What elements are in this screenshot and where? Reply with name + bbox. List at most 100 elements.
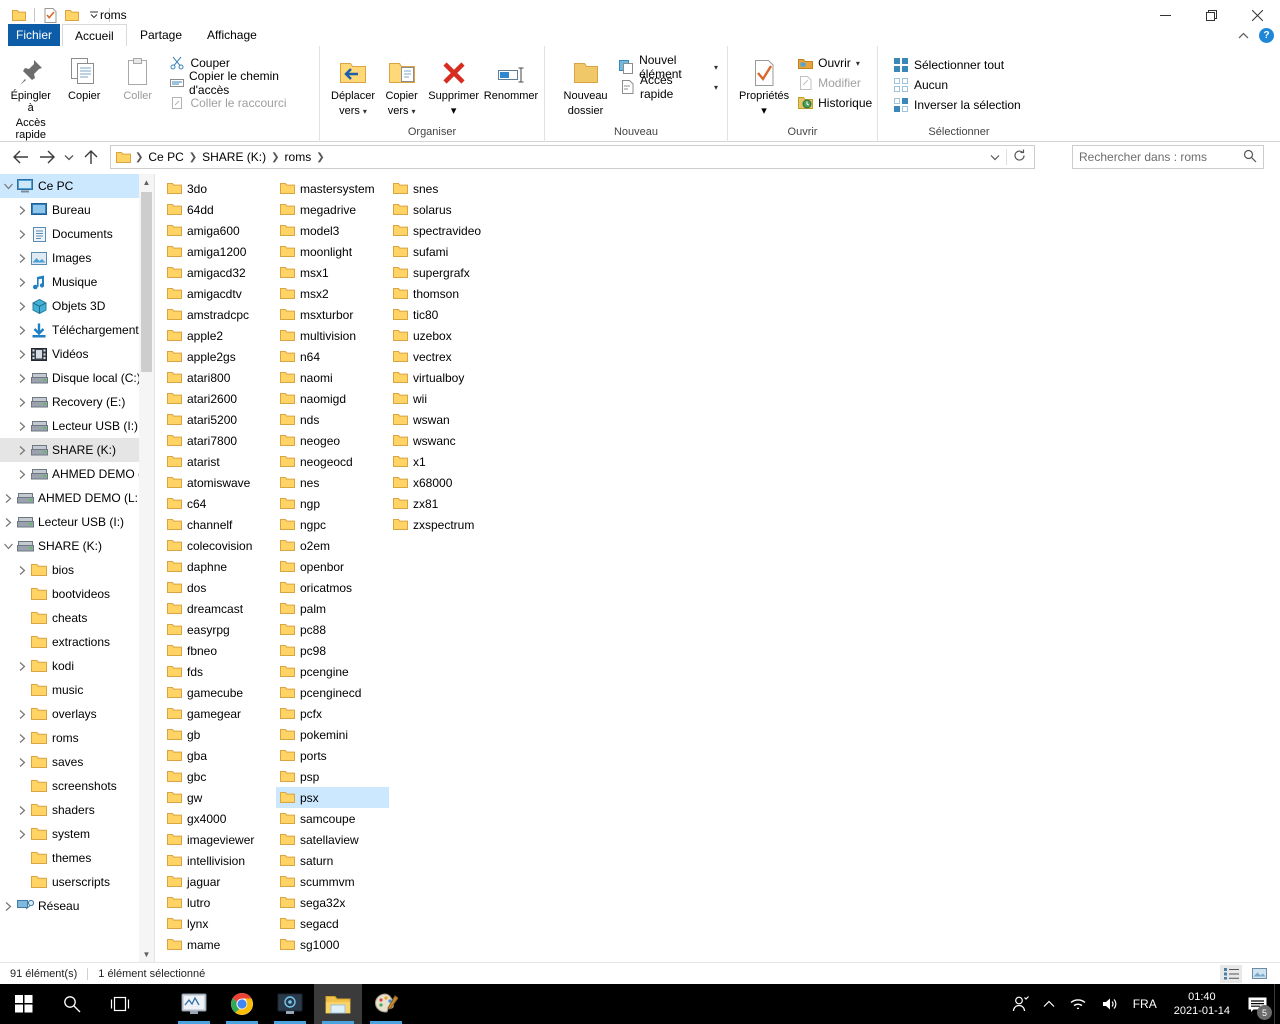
file-item[interactable]: megadrive xyxy=(276,199,389,220)
file-item[interactable]: ngp xyxy=(276,493,389,514)
back-arrow-icon[interactable] xyxy=(8,144,34,170)
breadcrumb-item-0[interactable]: Ce PC xyxy=(144,147,187,167)
tree-item-share-k[interactable]: SHARE (K:) xyxy=(0,438,154,462)
file-item[interactable]: wii xyxy=(389,388,502,409)
display-settings-icon[interactable] xyxy=(266,984,314,1024)
tree-item-ahmed-demo-l[interactable]: AHMED DEMO (L: xyxy=(0,486,154,510)
tree-item-bureau[interactable]: Bureau xyxy=(0,198,154,222)
file-item[interactable]: gamecube xyxy=(163,682,276,703)
file-item[interactable]: pc98 xyxy=(276,640,389,661)
easy-access-button[interactable]: Accès rapide ▾ xyxy=(615,73,722,101)
chevron-right-icon[interactable] xyxy=(0,898,16,914)
file-item[interactable]: msx2 xyxy=(276,283,389,304)
properties-button[interactable]: Propriétés ▾ xyxy=(737,51,791,119)
file-item[interactable]: atari7800 xyxy=(163,430,276,451)
file-item[interactable]: gbc xyxy=(163,766,276,787)
file-item[interactable]: tic80 xyxy=(389,304,502,325)
recent-locations-icon[interactable] xyxy=(60,144,78,170)
file-item[interactable]: virtualboy xyxy=(389,367,502,388)
file-item[interactable]: 3do xyxy=(163,178,276,199)
invert-selection-button[interactable]: Inverser la sélection xyxy=(889,95,1025,115)
chevron-right-icon[interactable] xyxy=(14,346,30,362)
file-item[interactable]: pc88 xyxy=(276,619,389,640)
file-item[interactable]: x68000 xyxy=(389,472,502,493)
file-item[interactable]: pcenginecd xyxy=(276,682,389,703)
file-item[interactable]: nds xyxy=(276,409,389,430)
chevron-right-icon[interactable] xyxy=(14,730,30,746)
breadcrumb-sep-2[interactable]: ❯ xyxy=(270,152,280,163)
breadcrumb-item-1[interactable]: SHARE (K:) xyxy=(198,147,270,167)
copy-button[interactable]: Copier xyxy=(58,51,109,104)
pin-to-quick-access-button[interactable]: Épingler à Accès rapide xyxy=(5,51,56,143)
chevron-right-icon[interactable] xyxy=(14,274,30,290)
file-item[interactable]: supergrafx xyxy=(389,262,502,283)
search-icon[interactable] xyxy=(1243,149,1257,166)
tree-item-userscripts[interactable]: userscripts xyxy=(0,870,154,894)
file-item[interactable]: moonlight xyxy=(276,241,389,262)
tree-item-saves[interactable]: saves xyxy=(0,750,154,774)
tree-item-r-seau[interactable]: Réseau xyxy=(0,894,154,918)
show-desktop-button[interactable] xyxy=(1274,984,1280,1024)
file-item[interactable]: gb xyxy=(163,724,276,745)
wifi-icon[interactable] xyxy=(1062,984,1094,1024)
copy-to-button[interactable]: Copier vers ▾ xyxy=(379,51,424,120)
file-item[interactable]: lynx xyxy=(163,913,276,934)
tree-item-themes[interactable]: themes xyxy=(0,846,154,870)
file-item[interactable]: daphne xyxy=(163,556,276,577)
delete-button[interactable]: Supprimer ▾ xyxy=(426,51,481,119)
speaker-icon[interactable] xyxy=(1094,984,1126,1024)
file-item[interactable]: imageviewer xyxy=(163,829,276,850)
file-item[interactable]: apple2 xyxy=(163,325,276,346)
file-item[interactable]: o2em xyxy=(276,535,389,556)
chevron-right-icon[interactable] xyxy=(14,418,30,434)
forward-arrow-icon[interactable] xyxy=(34,144,60,170)
move-to-button[interactable]: Déplacer vers ▾ xyxy=(329,51,377,120)
tree-item-overlays[interactable]: overlays xyxy=(0,702,154,726)
chrome-icon[interactable] xyxy=(218,984,266,1024)
file-item[interactable]: amiga600 xyxy=(163,220,276,241)
tree-item-roms[interactable]: roms xyxy=(0,726,154,750)
file-item[interactable]: pokemini xyxy=(276,724,389,745)
chevron-right-icon[interactable] xyxy=(14,250,30,266)
tree-item-bios[interactable]: bios xyxy=(0,558,154,582)
file-item[interactable]: ports xyxy=(276,745,389,766)
file-item[interactable]: dos xyxy=(163,577,276,598)
file-item[interactable]: gw xyxy=(163,787,276,808)
address-bar[interactable]: ❯ Ce PC ❯ SHARE (K:) ❯ roms ❯ xyxy=(110,145,1035,169)
file-item[interactable]: sufami xyxy=(389,241,502,262)
chevron-right-icon[interactable] xyxy=(14,826,30,842)
tab-accueil[interactable]: Accueil xyxy=(62,24,127,46)
file-item[interactable]: neogeocd xyxy=(276,451,389,472)
tree-item-system[interactable]: system xyxy=(0,822,154,846)
language-indicator[interactable]: FRA xyxy=(1126,984,1164,1024)
tree-item-shaders[interactable]: shaders xyxy=(0,798,154,822)
file-item[interactable]: fbneo xyxy=(163,640,276,661)
chevron-down-icon[interactable] xyxy=(0,178,16,194)
file-item[interactable]: 64dd xyxy=(163,199,276,220)
search-input[interactable]: Rechercher dans : roms xyxy=(1079,150,1243,164)
new-folder-button[interactable]: Nouveau dossier xyxy=(558,51,613,119)
file-item[interactable]: ngpc xyxy=(276,514,389,535)
history-button[interactable]: Historique xyxy=(793,93,876,113)
open-button[interactable]: Ouvrir ▾ xyxy=(793,53,876,73)
file-item[interactable]: atomiswave xyxy=(163,472,276,493)
select-all-button[interactable]: Sélectionner tout xyxy=(889,55,1025,75)
file-item[interactable]: atari5200 xyxy=(163,409,276,430)
file-item[interactable]: dreamcast xyxy=(163,598,276,619)
details-view-icon[interactable] xyxy=(1220,964,1242,983)
chevron-right-icon[interactable] xyxy=(0,514,16,530)
file-item[interactable]: spectravideo xyxy=(389,220,502,241)
chevron-right-icon[interactable] xyxy=(14,394,30,410)
tree-item-music[interactable]: music xyxy=(0,678,154,702)
tree-item-t-l-chargement[interactable]: Téléchargement xyxy=(0,318,154,342)
tree-item-share-k[interactable]: SHARE (K:) xyxy=(0,534,154,558)
file-item[interactable]: amiga1200 xyxy=(163,241,276,262)
tree-item-extractions[interactable]: extractions xyxy=(0,630,154,654)
file-item[interactable]: msx1 xyxy=(276,262,389,283)
file-item[interactable]: easyrpg xyxy=(163,619,276,640)
breadcrumb-sep-1[interactable]: ❯ xyxy=(188,152,198,163)
file-item[interactable]: apple2gs xyxy=(163,346,276,367)
tree-item-lecteur-usb-i[interactable]: Lecteur USB (I:) xyxy=(0,414,154,438)
chevron-right-icon[interactable] xyxy=(14,442,30,458)
file-item[interactable]: nes xyxy=(276,472,389,493)
